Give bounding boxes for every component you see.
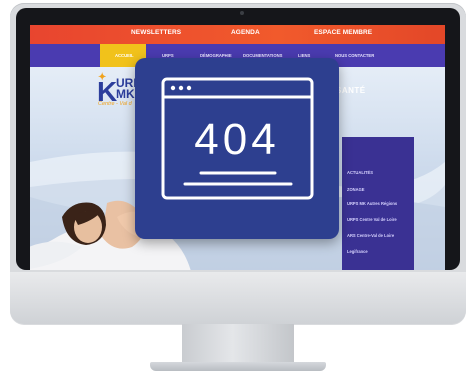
monitor-stand-neck [182, 324, 294, 366]
sidebar-item-urps-centre-val-de-loire[interactable]: URPS Centre Val de Loire [347, 217, 407, 222]
sidebar-item-urps-autres-regions[interactable]: URPS MK Autres Régions [347, 201, 407, 206]
topbar-espace-membre-link[interactable]: ESPACE MEMBRE [314, 29, 372, 36]
nav-item-nous-contacter[interactable]: NOUS CONTACTER [335, 53, 374, 58]
monitor-chin [10, 272, 466, 324]
top-bar: NEWSLETTERS AGENDA ESPACE MEMBRE [30, 25, 445, 44]
error-code: 404 [194, 115, 280, 164]
nav-item-accueil[interactable]: ACCUEIL [115, 53, 134, 58]
camera-dot [240, 11, 244, 15]
topbar-agenda-link[interactable]: AGENDA [231, 29, 260, 36]
error-404-card: 404 [135, 58, 339, 239]
topbar-newsletters-link[interactable]: NEWSLETTERS [131, 29, 181, 36]
monitor-stand-base [150, 362, 326, 371]
sidebar-item-legifrance[interactable]: Legifrance [347, 249, 407, 254]
sidebar-item-ars-centre-val-de-loire[interactable]: ARS Centre-Val de Loire [347, 233, 407, 238]
hero-title-partial: SANTÉ [336, 86, 366, 95]
sidebar-item-actualites[interactable]: ACTUALITÉS [347, 170, 407, 175]
sidebar-menu: ACTUALITÉS ZONAGE URPS MK Autres Régions… [342, 137, 414, 270]
sidebar-item-zonage[interactable]: ZONAGE [347, 187, 407, 192]
logo-subtitle: Centre - Val d [98, 101, 132, 107]
